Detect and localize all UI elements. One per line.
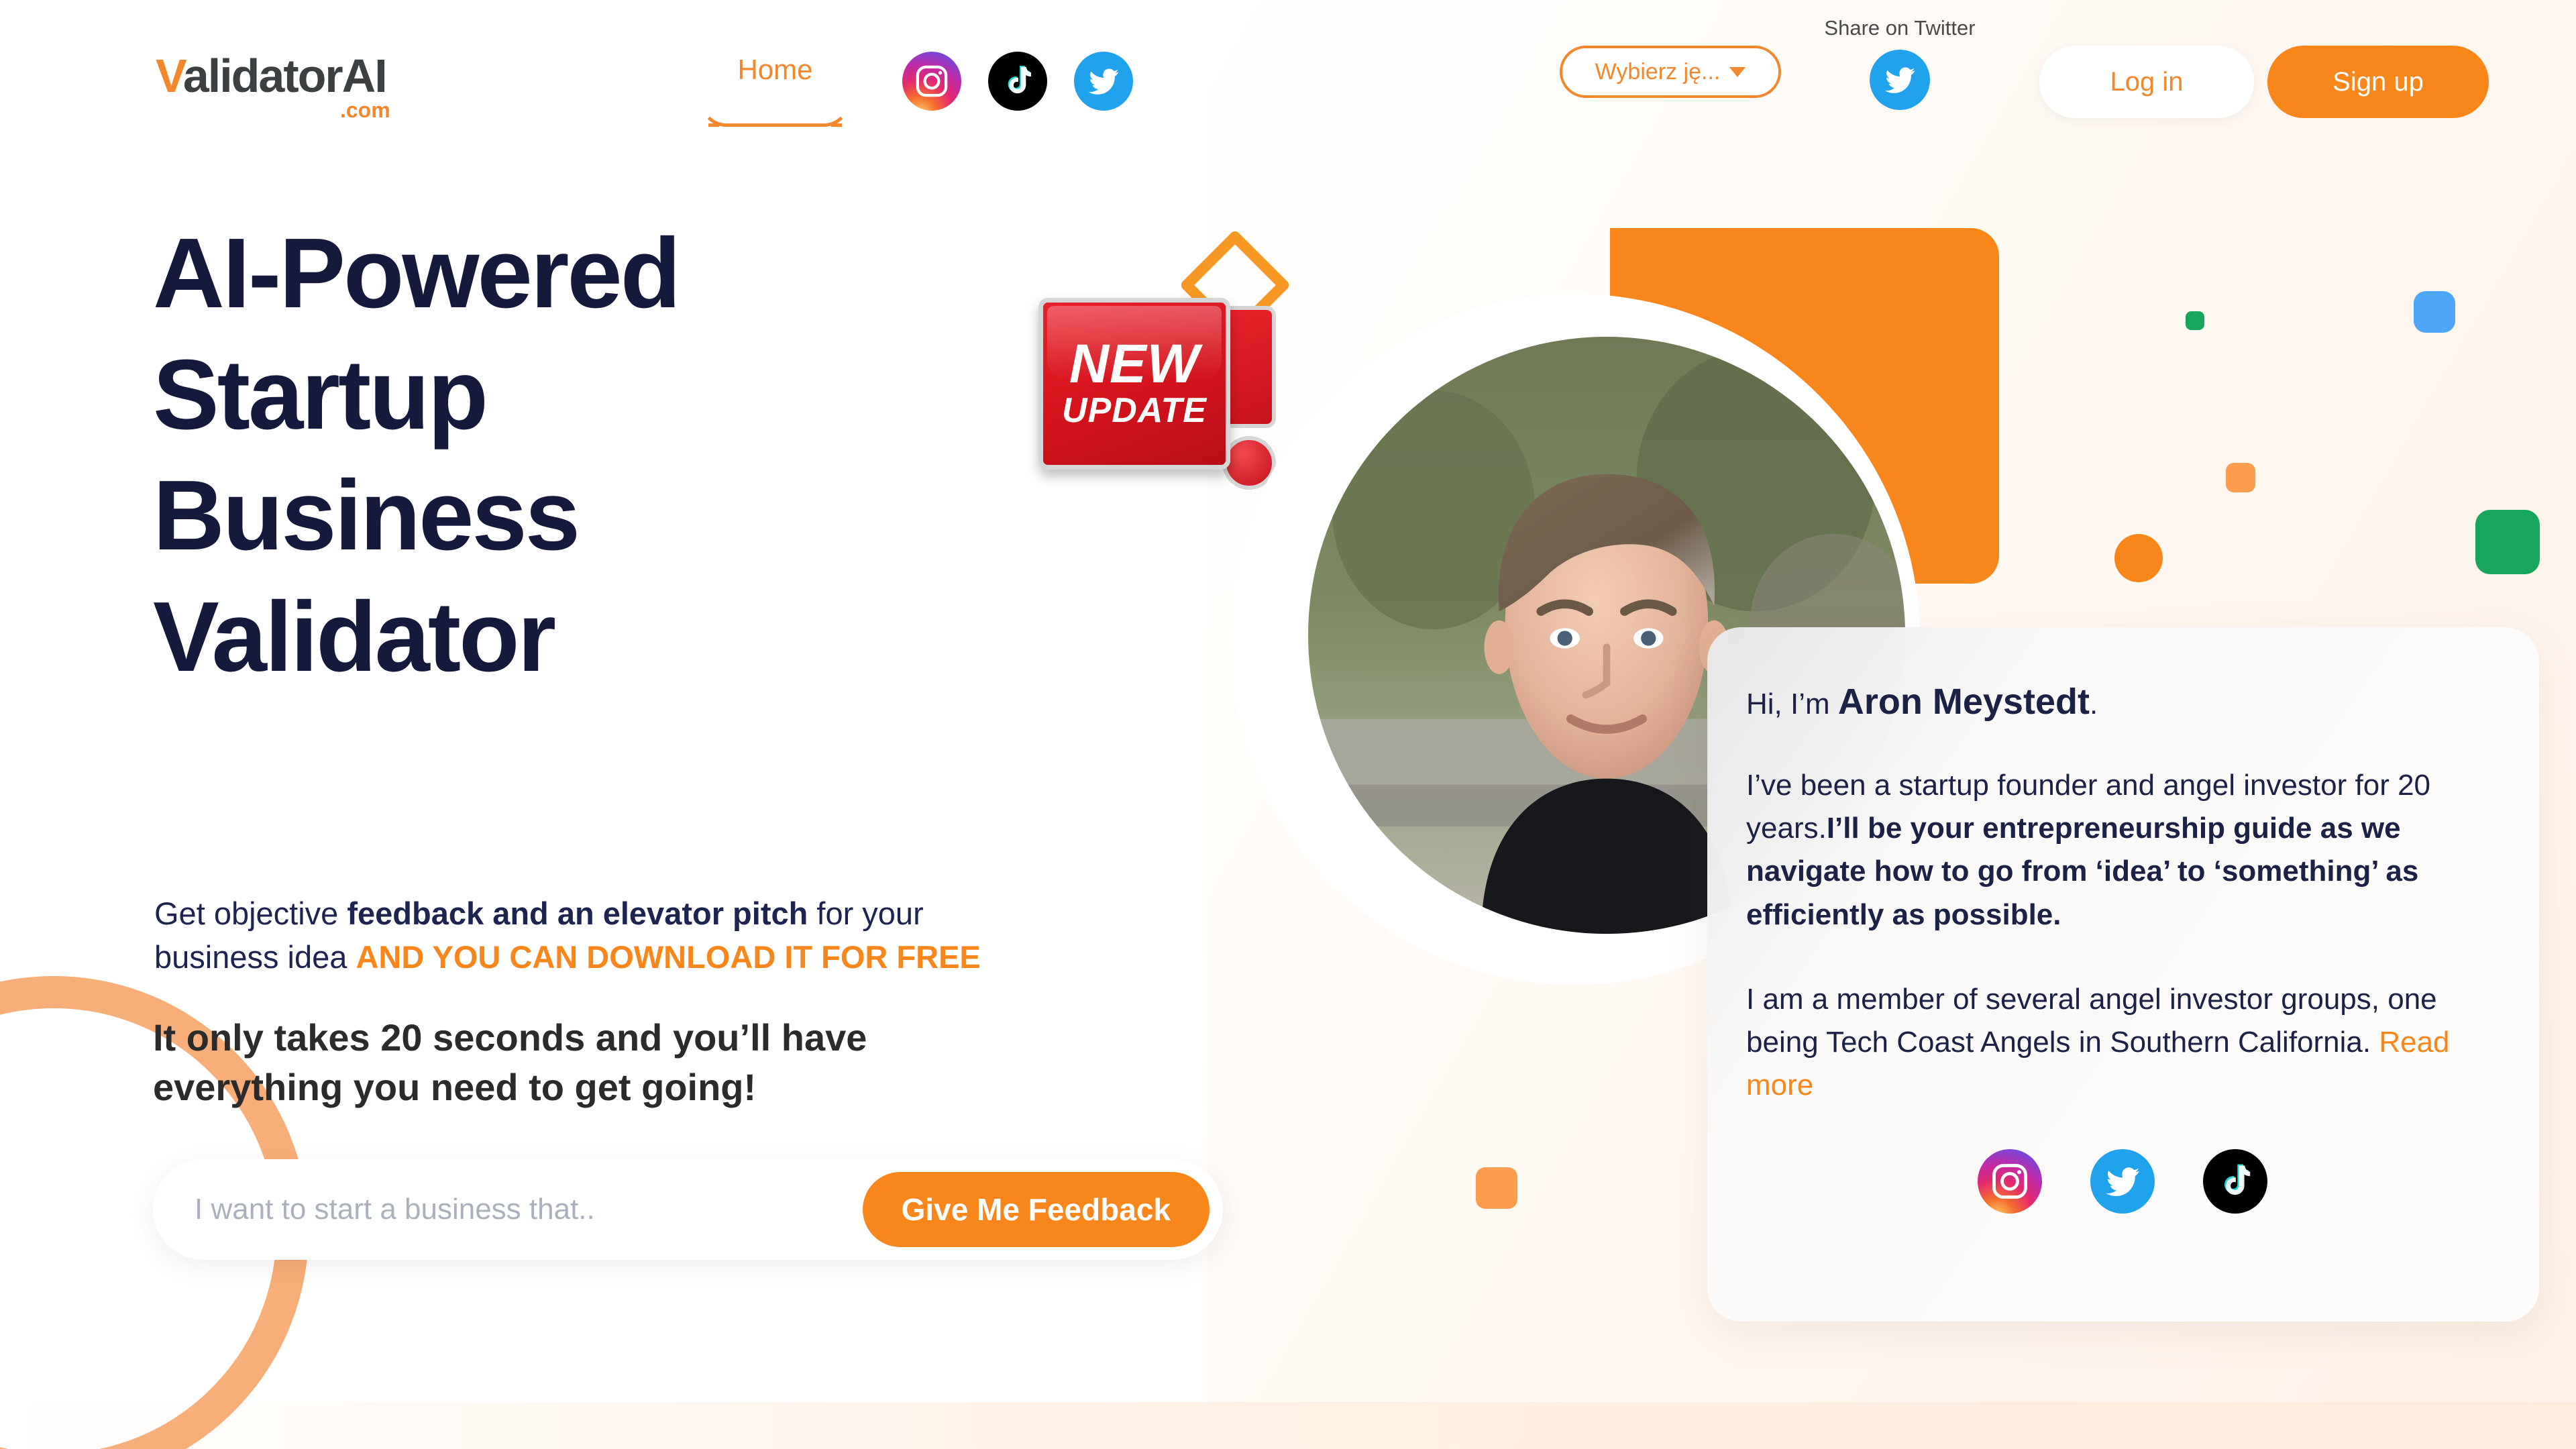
bio-person-name: Aron Meystedt <box>1837 682 2090 722</box>
orange-square-mid-shape <box>1476 1167 1517 1209</box>
hero-subtitle-highlight: AND YOU CAN DOWNLOAD IT FOR FREE <box>356 938 981 975</box>
tiktok-icon[interactable] <box>988 52 1047 111</box>
background-bottom-band <box>0 1402 2576 1449</box>
header-social-links <box>902 52 1133 111</box>
blue-square-shape <box>2414 291 2455 333</box>
headline-line-2: Startup <box>153 339 488 450</box>
badge-line-new: NEW <box>1069 333 1200 395</box>
language-selector-value: Wybierz ję... <box>1595 58 1721 85</box>
hero-subtitle-lead: Get objective <box>154 896 347 931</box>
bio-card: Hi, I’m Aron Meystedt. I’ve been a start… <box>1707 627 2539 1322</box>
language-selector[interactable]: Wybierz ję... <box>1560 46 1781 98</box>
login-button[interactable]: Log in <box>2039 46 2254 118</box>
logo-wordmark: ValidatorAI <box>156 50 388 102</box>
bio-paragraph-1: I’ve been a startup founder and angel in… <box>1746 764 2499 936</box>
bio-paragraph-2: I am a member of several angel investor … <box>1746 978 2499 1108</box>
instagram-icon[interactable] <box>902 52 961 111</box>
green-square-shape <box>2475 510 2540 574</box>
bio-greeting-prefix: Hi, I’m <box>1746 688 1838 720</box>
instagram-icon[interactable] <box>1978 1148 2042 1214</box>
new-update-badge-box: NEW UPDATE <box>1038 298 1230 470</box>
hero-subtitle: Get objective feedback and an elevator p… <box>154 892 1046 979</box>
bio-paragraph-2-text: I am a member of several angel investor … <box>1746 982 2437 1059</box>
search-input[interactable] <box>153 1193 863 1226</box>
logo-name-rest: alidatorAI <box>182 50 388 102</box>
orange-dot-shape <box>2114 534 2163 582</box>
badge-line-update: UPDATE <box>1062 390 1207 430</box>
bio-greeting-suffix: . <box>2089 688 2098 720</box>
headline-line-1: AI-Powered <box>153 218 681 329</box>
logo[interactable]: ValidatorAI .com <box>156 50 390 121</box>
tiktok-icon[interactable] <box>2203 1148 2267 1214</box>
nav-item-home[interactable]: Home <box>700 50 851 127</box>
green-dot-small-shape <box>2186 311 2204 330</box>
bio-greeting: Hi, I’m Aron Meystedt. <box>1746 681 2499 722</box>
chevron-down-icon <box>1729 66 1746 77</box>
twitter-icon[interactable] <box>1074 52 1133 111</box>
share-on-twitter[interactable]: Share on Twitter <box>1819 16 1980 110</box>
page-title: AI-Powered Startup Business Validator <box>153 213 1159 698</box>
new-update-badge: NEW UPDATE <box>1026 229 1308 495</box>
bio-social-links <box>1746 1148 2499 1214</box>
logo-accent-letter: V <box>156 50 184 102</box>
signup-button[interactable]: Sign up <box>2267 46 2489 118</box>
bio-paragraph-1-bold: I’ll be your entrepreneurship guide as w… <box>1746 812 2419 931</box>
orange-square-small-shape <box>2226 463 2255 492</box>
give-me-feedback-button[interactable]: Give Me Feedback <box>862 1172 1210 1247</box>
site-header: ValidatorAI .com Home Wybierz ję... Shar… <box>0 0 2576 154</box>
idea-search-bar: Give Me Feedback <box>153 1159 1223 1260</box>
nav-active-underline <box>700 80 851 127</box>
share-on-twitter-label: Share on Twitter <box>1824 16 1976 40</box>
logo-domain: .com <box>339 98 390 122</box>
twitter-icon[interactable] <box>1870 50 1930 110</box>
twitter-icon[interactable] <box>2090 1148 2155 1214</box>
hero-subtitle-strong: It only takes 20 seconds and you’ll have… <box>153 1016 867 1109</box>
headline-line-3: Business <box>153 460 580 572</box>
hero-subtitle-bold: feedback and an elevator pitch <box>347 896 808 931</box>
headline-line-4: Validator <box>153 581 556 692</box>
